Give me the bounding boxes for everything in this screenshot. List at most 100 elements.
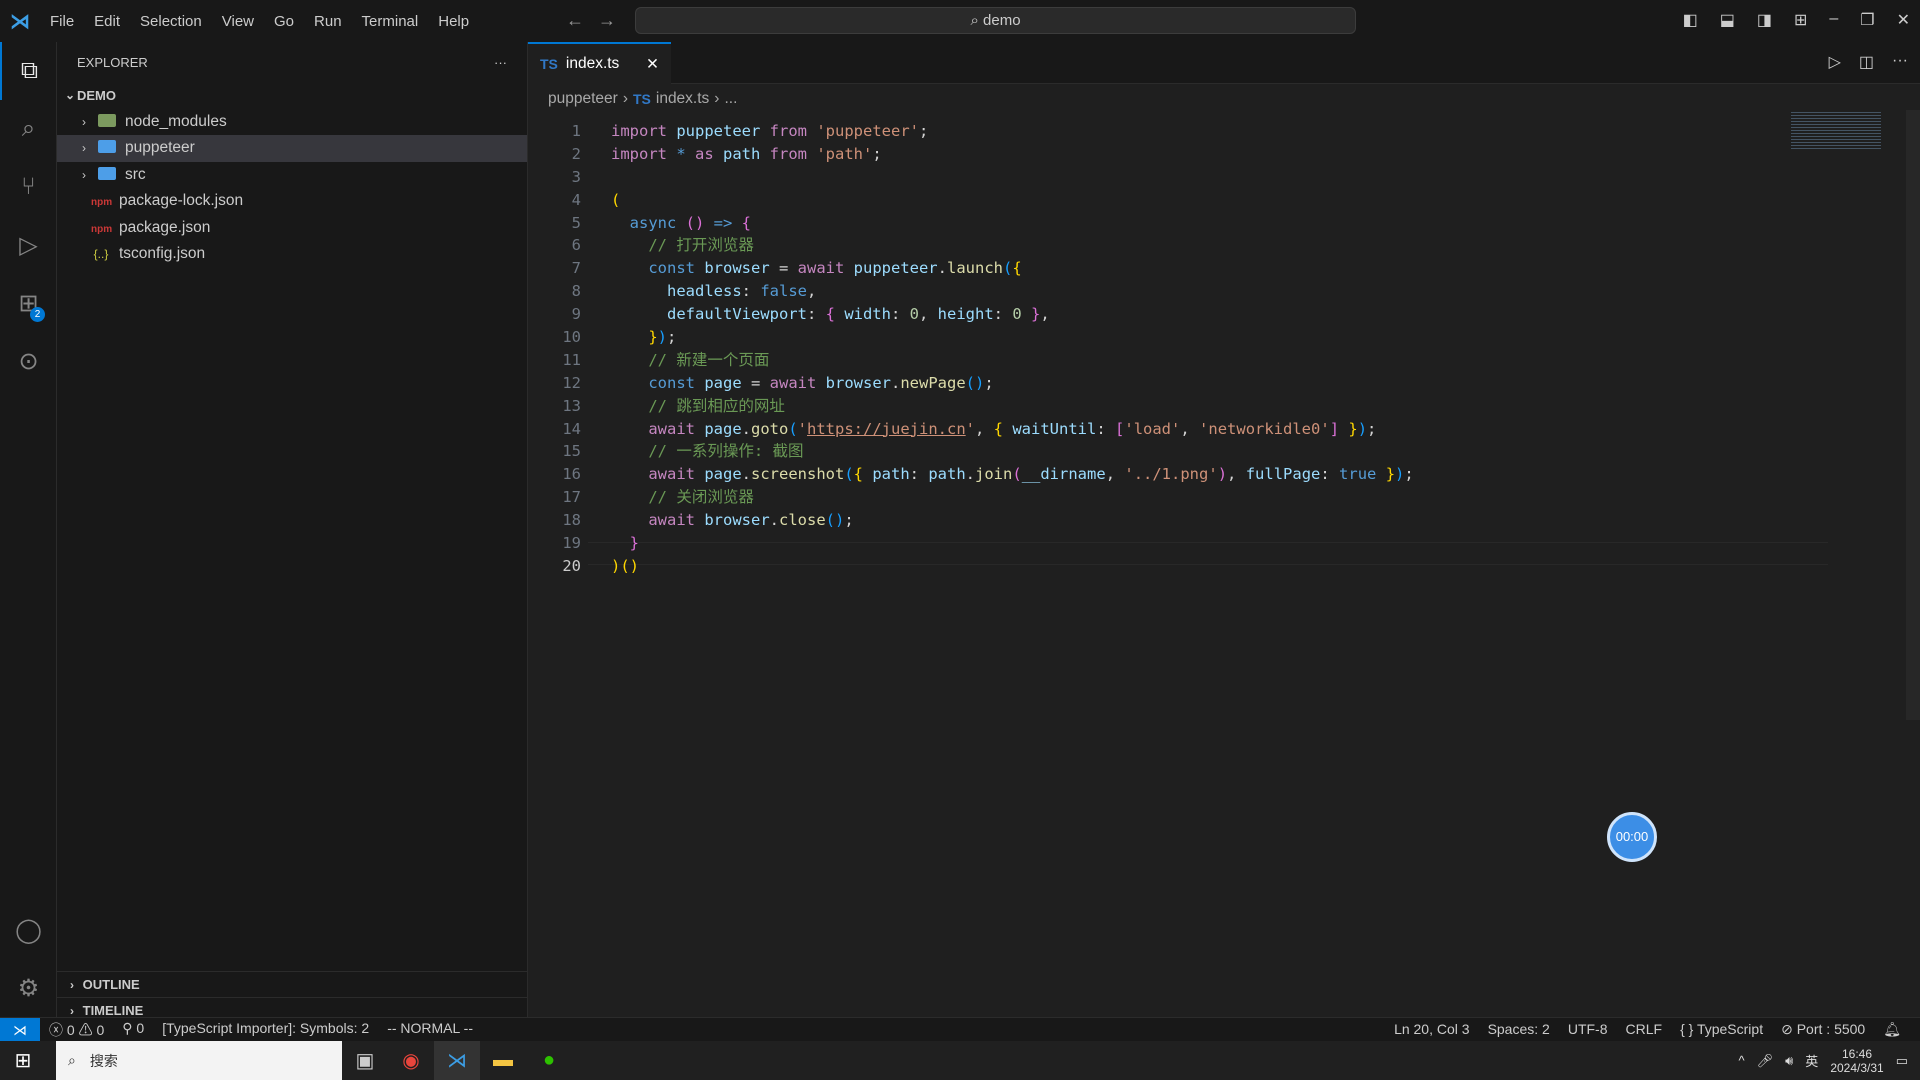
notification-center-icon[interactable]: ▭ xyxy=(1896,1053,1908,1069)
forward-arrow-icon[interactable]: → xyxy=(598,10,630,30)
run-icon[interactable]: ▷ xyxy=(1829,52,1841,72)
toggle-secondary-sidebar-icon[interactable]: ◨ xyxy=(1757,10,1772,30)
vim-mode: -- NORMAL -- xyxy=(387,1019,473,1036)
chevron-right-icon: › xyxy=(70,1003,74,1018)
clock[interactable]: 16:46 2024/3/31 xyxy=(1830,1047,1883,1075)
line-number: 13 xyxy=(562,396,581,415)
volume-icon[interactable]: 🔊︎ xyxy=(1785,1053,1793,1069)
more-icon[interactable]: ··· xyxy=(1892,52,1908,72)
git-graph-icon[interactable]: ⊙ xyxy=(0,332,57,390)
code-line: 14 await page.goto('https://juejin.cn', … xyxy=(528,418,1414,441)
breadcrumb-file[interactable]: index.ts xyxy=(656,90,709,108)
notifications-bell-icon[interactable]: 🔔︎ xyxy=(1883,1021,1901,1038)
cursor-position[interactable]: Ln 20, Col 3 xyxy=(1394,1021,1470,1038)
run-debug-icon[interactable]: ▷ xyxy=(0,216,57,274)
vscode-logo-icon: ⋊ xyxy=(10,10,30,33)
wechat-icon[interactable]: ● xyxy=(526,1041,572,1080)
restore-button[interactable]: ❐ xyxy=(1860,10,1874,30)
menu-terminal[interactable]: Terminal xyxy=(362,13,419,30)
workspace-root[interactable]: ⌄ DEMO xyxy=(57,82,527,109)
code-line: 3 xyxy=(528,166,1414,189)
toggle-panel-icon[interactable]: ⬓ xyxy=(1720,10,1735,30)
tree-item[interactable]: npm package-lock.json xyxy=(57,188,527,215)
explorer-icon[interactable]: ⧉ xyxy=(0,42,57,100)
menu-help[interactable]: Help xyxy=(438,13,469,30)
menu-selection[interactable]: Selection xyxy=(140,13,202,30)
indentation[interactable]: Spaces: 2 xyxy=(1488,1021,1550,1038)
code-editor[interactable]: 1 import puppeteer from 'puppeteer'; 2 impo… xyxy=(528,120,1414,578)
line-number: 19 xyxy=(562,534,581,553)
chrome-icon[interactable]: ◉ xyxy=(388,1041,434,1080)
minimize-button[interactable]: – xyxy=(1829,10,1838,30)
code-token: . xyxy=(769,511,779,530)
close-window-button[interactable]: ✕ xyxy=(1897,10,1910,30)
code-line: 13 // 跳到相应的网址 xyxy=(528,395,1414,418)
tree-item[interactable]: › puppeteer xyxy=(57,135,527,162)
code-token: height xyxy=(937,305,994,324)
outline-section[interactable]: › OUTLINE xyxy=(57,971,527,997)
problems-indicator[interactable]: ⓧ 0 ⚠ 0 xyxy=(49,1020,104,1040)
remote-indicator-icon[interactable]: ⋊ xyxy=(0,1017,40,1042)
microphone-icon[interactable]: 🎤︎ xyxy=(1757,1053,1774,1069)
language-mode[interactable]: { } TypeScript xyxy=(1680,1021,1763,1038)
more-actions-icon[interactable]: ··· xyxy=(494,55,507,70)
code-token: ; xyxy=(1367,419,1377,438)
code-line: 11 // 新建一个页面 xyxy=(528,349,1414,372)
extensions-icon[interactable]: ⊞ 2 xyxy=(0,274,57,332)
taskbar-search[interactable]: ⌕ 搜索 xyxy=(56,1041,342,1080)
ports-indicator[interactable]: ⚲ 0 xyxy=(122,1020,144,1040)
windows-start-icon[interactable]: ⊞ xyxy=(0,1041,46,1080)
menu-file[interactable]: File xyxy=(50,13,74,30)
tab-index-ts[interactable]: TS index.ts ✕ xyxy=(528,42,671,84)
ime-indicator[interactable]: 英 xyxy=(1805,1051,1818,1070)
code-token: 'networkidle0' xyxy=(1199,419,1330,438)
source-control-icon[interactable]: ⑂ xyxy=(0,158,57,216)
code-token: ) xyxy=(611,556,621,575)
code-token: await xyxy=(611,465,705,484)
vscode-taskbar-icon[interactable]: ⋊ xyxy=(434,1041,480,1080)
menu-view[interactable]: View xyxy=(222,13,254,30)
tree-item[interactable]: › src xyxy=(57,162,527,189)
tree-item[interactable]: npm package.json xyxy=(57,215,527,242)
code-token: ) xyxy=(657,328,668,347)
customize-layout-icon[interactable]: ⊞ xyxy=(1794,10,1807,30)
split-editor-icon[interactable]: ◫ xyxy=(1859,52,1874,72)
tree-item[interactable]: › node_modules xyxy=(57,109,527,136)
minimap[interactable] xyxy=(1791,110,1881,150)
menu-edit[interactable]: Edit xyxy=(94,13,120,30)
code-token: import xyxy=(611,122,677,140)
account-icon[interactable]: ◯ xyxy=(0,901,57,959)
ts-importer-status[interactable]: [TypeScript Importer]: Symbols: 2 xyxy=(162,1020,369,1040)
command-center-search[interactable]: ⌕ demo xyxy=(635,7,1356,34)
typescript-file-icon: TS xyxy=(540,56,558,72)
code-token: . xyxy=(965,465,976,484)
code-line: 10 }); xyxy=(528,326,1414,349)
tray-expand-icon[interactable]: ^ xyxy=(1738,1053,1744,1068)
menu-go[interactable]: Go xyxy=(274,13,294,30)
toggle-sidebar-icon[interactable]: ◧ xyxy=(1683,10,1698,30)
code-token: // 跳到相应的网址 xyxy=(611,396,785,415)
line-ending[interactable]: CRLF xyxy=(1626,1021,1663,1038)
recording-timer[interactable]: 00:00 xyxy=(1607,812,1657,862)
code-token: ; xyxy=(1404,465,1414,484)
encoding[interactable]: UTF-8 xyxy=(1568,1021,1608,1038)
nav-arrows[interactable]: ←→ xyxy=(566,10,630,31)
task-view-icon[interactable]: ▣ xyxy=(342,1041,388,1080)
back-arrow-icon[interactable]: ← xyxy=(566,10,598,30)
live-server-port[interactable]: ⊘ Port : 5500 xyxy=(1781,1021,1865,1038)
vertical-scrollbar[interactable] xyxy=(1906,110,1920,720)
chevron-right-icon: › xyxy=(82,114,86,129)
close-tab-icon[interactable]: ✕ xyxy=(646,55,659,74)
file-explorer-icon[interactable]: ▬ xyxy=(480,1041,526,1080)
folder-icon xyxy=(97,113,117,130)
tree-item[interactable]: {..} tsconfig.json xyxy=(57,241,527,268)
windows-taskbar: ⊞ ⌕ 搜索 ▣ ◉ ⋊ ▬ ● ^ 🎤︎ 🔊︎ 英 16:46 2024/3/31 ▭ xyxy=(0,1041,1920,1080)
search-text: demo xyxy=(983,12,1021,29)
search-icon[interactable]: ⌕ xyxy=(0,100,57,158)
code-token: import xyxy=(611,144,677,163)
settings-gear-icon[interactable]: ⚙ xyxy=(0,959,57,1017)
breadcrumb-symbol[interactable]: ... xyxy=(724,90,737,108)
code-line: 20)() xyxy=(528,555,1414,578)
breadcrumb-folder[interactable]: puppeteer xyxy=(548,90,618,108)
menu-run[interactable]: Run xyxy=(314,13,342,30)
